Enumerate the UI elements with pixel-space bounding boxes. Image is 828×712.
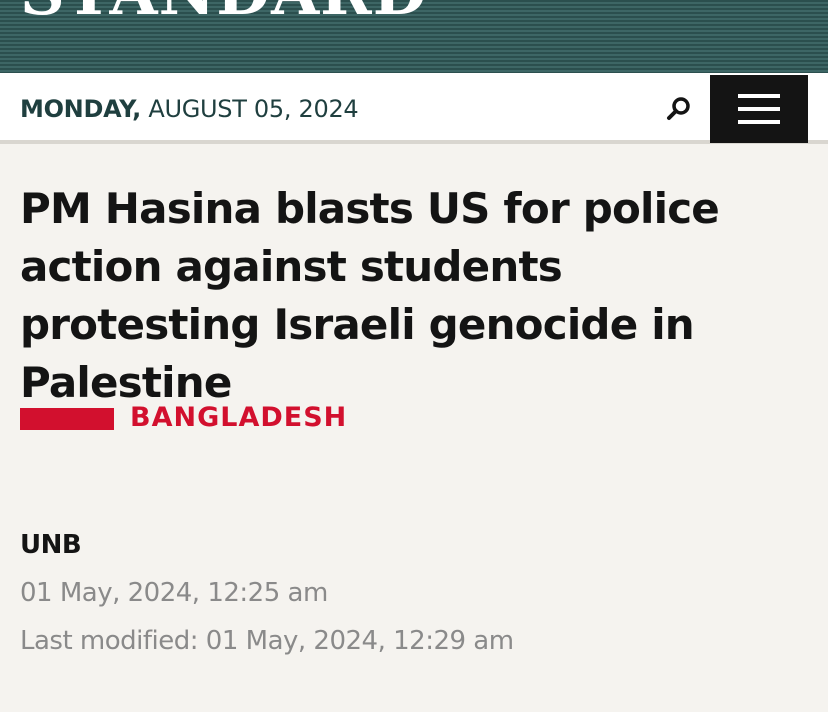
category-accent-bar xyxy=(20,408,114,430)
date-bar: MONDAY, AUGUST 05, 2024 xyxy=(0,73,828,144)
search-icon xyxy=(667,97,690,120)
masthead: STANDARD xyxy=(0,0,828,73)
current-date: MONDAY, AUGUST 05, 2024 xyxy=(20,95,359,123)
search-button[interactable] xyxy=(662,92,696,126)
site-logo[interactable]: STANDARD xyxy=(20,0,427,24)
article-headline: PM Hasina blasts US for police action ag… xyxy=(20,184,720,407)
article-author[interactable]: UNB xyxy=(20,530,82,560)
date-day: MONDAY, xyxy=(20,95,141,123)
modified-timestamp: Last modified: 01 May, 2024, 12:29 am xyxy=(20,626,514,656)
menu-button[interactable] xyxy=(710,75,808,143)
category-link[interactable]: BANGLADESH xyxy=(130,402,347,433)
date-value: AUGUST 05, 2024 xyxy=(148,95,359,123)
published-timestamp: 01 May, 2024, 12:25 am xyxy=(20,578,328,608)
